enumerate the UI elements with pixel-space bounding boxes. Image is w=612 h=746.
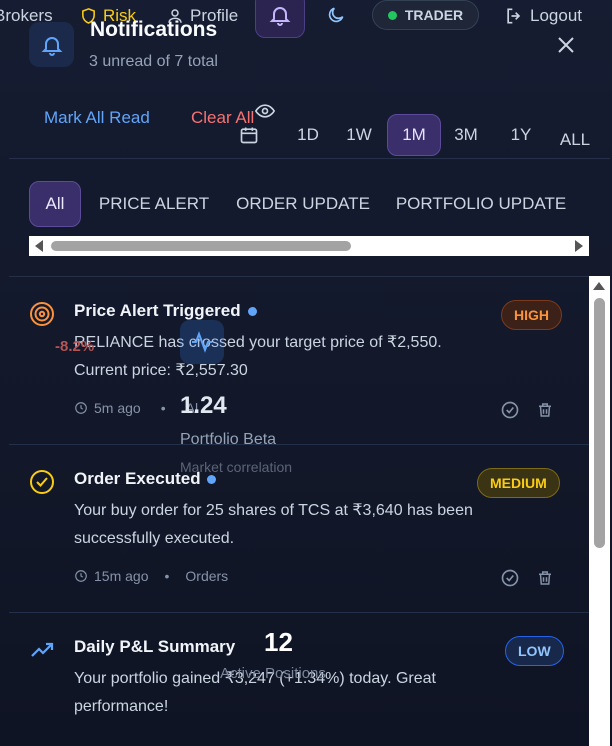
notification-message: Your buy order for 25 shares of TCS at ₹… (74, 502, 473, 547)
trash-icon (539, 571, 551, 585)
unread-count: 3 unread of 7 total (89, 53, 218, 70)
calendar-icon (240, 127, 258, 144)
mark-all-read-button[interactable]: Mark All Read (44, 108, 150, 128)
bell-icon (41, 36, 62, 56)
priority-badge: MEDIUM (477, 468, 560, 498)
filter-portfolio-update[interactable]: PORTFOLIO UPDATE (393, 181, 569, 227)
clock-icon (75, 570, 87, 582)
notification-time: 15m ago (94, 568, 149, 584)
timeframe-1y[interactable]: 1Y (501, 114, 541, 156)
unread-indicator (207, 475, 216, 484)
mark-read-button[interactable] (499, 399, 521, 421)
eye-icon (255, 104, 275, 118)
positions-label: Active Positions (220, 665, 326, 682)
notification-category: Orders (185, 568, 229, 584)
timeframe-1w[interactable]: 1W (336, 114, 382, 156)
horizontal-scrollbar[interactable] (29, 236, 589, 256)
check-circle-icon (30, 470, 54, 494)
unread-indicator (248, 307, 257, 316)
filter-all[interactable]: All (29, 181, 81, 227)
notification-time: 5m ago (94, 400, 141, 416)
activity-icon (192, 331, 212, 353)
trending-up-icon (31, 642, 54, 657)
timeframe-1m[interactable]: 1M (387, 114, 441, 156)
change-percent: -8.2% (55, 338, 95, 355)
beta-sublabel: Market correlation (180, 459, 293, 475)
check-circle-icon (501, 569, 519, 587)
header-bell-badge (29, 22, 74, 67)
priority-badge: LOW (505, 636, 564, 666)
scroll-left-arrow[interactable] (35, 240, 43, 252)
meta-separator: • (164, 568, 170, 584)
delete-button[interactable] (534, 399, 556, 421)
close-button[interactable] (555, 34, 577, 56)
notification-meta: 15m ago • Orders (74, 568, 228, 584)
notification-title: Daily P&L Summary (74, 637, 236, 656)
mark-read-button[interactable] (499, 567, 521, 589)
trash-icon (539, 403, 551, 417)
notification-item[interactable]: Price Alert Triggered RELIANCE has cross… (9, 277, 591, 445)
target-icon (30, 302, 54, 326)
activity-badge (180, 320, 224, 364)
positions-value: 12 (264, 627, 293, 657)
delete-button[interactable] (534, 567, 556, 589)
beta-label: Portfolio Beta (180, 431, 277, 448)
filter-price-alert[interactable]: PRICE ALERT (95, 181, 213, 227)
panel-header: Notifications 3 unread of 7 total (9, 0, 610, 90)
timeframe-3m[interactable]: 3M (443, 114, 489, 156)
notification-message: RELIANCE has crossed your target price o… (74, 334, 442, 379)
notification-item[interactable]: Order Executed Your buy order for 25 sha… (9, 445, 591, 613)
scroll-up-arrow[interactable] (593, 282, 605, 290)
scrollbar-thumb[interactable] (594, 298, 605, 548)
clock-icon (75, 402, 87, 414)
priority-badge: HIGH (501, 300, 562, 330)
panel-title: Notifications (90, 18, 218, 41)
vertical-scrollbar[interactable] (589, 276, 610, 746)
timeframe-1d[interactable]: 1D (287, 114, 329, 156)
notification-title: Price Alert Triggered (74, 301, 241, 320)
divider (9, 158, 610, 159)
notifications-panel: Notifications 3 unread of 7 total Mark A… (9, 0, 610, 746)
scroll-right-arrow[interactable] (575, 240, 583, 252)
timeframe-all[interactable]: ALL (547, 114, 603, 156)
beta-value: 1.24 (180, 392, 227, 419)
scrollbar-thumb[interactable] (51, 241, 351, 251)
meta-separator: • (160, 400, 166, 416)
filter-order-update[interactable]: ORDER UPDATE (231, 181, 375, 227)
check-circle-icon (501, 401, 519, 419)
close-icon (558, 37, 574, 53)
